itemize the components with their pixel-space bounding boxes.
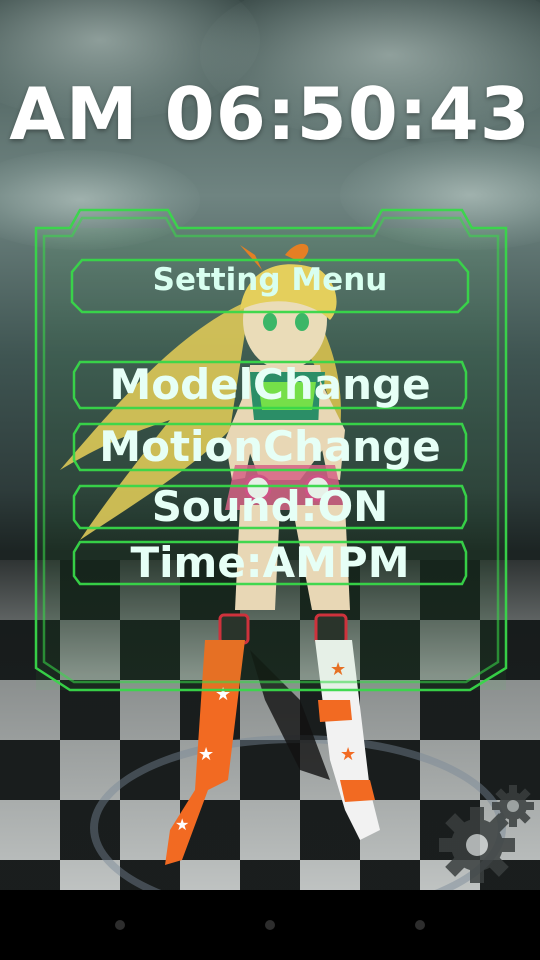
gear-icon[interactable] bbox=[425, 780, 540, 890]
model-change-button[interactable]: ModelChange bbox=[75, 360, 465, 410]
settings-menu-title: Setting Menu bbox=[152, 262, 388, 298]
motion-change-button[interactable]: MotionChange bbox=[75, 422, 465, 472]
home-icon[interactable] bbox=[265, 920, 275, 930]
recent-apps-icon[interactable] bbox=[415, 920, 425, 930]
time-format-button[interactable]: Time:AMPM bbox=[75, 538, 465, 588]
back-icon[interactable] bbox=[115, 920, 125, 930]
sound-toggle-button[interactable]: Sound:ON bbox=[75, 482, 465, 532]
